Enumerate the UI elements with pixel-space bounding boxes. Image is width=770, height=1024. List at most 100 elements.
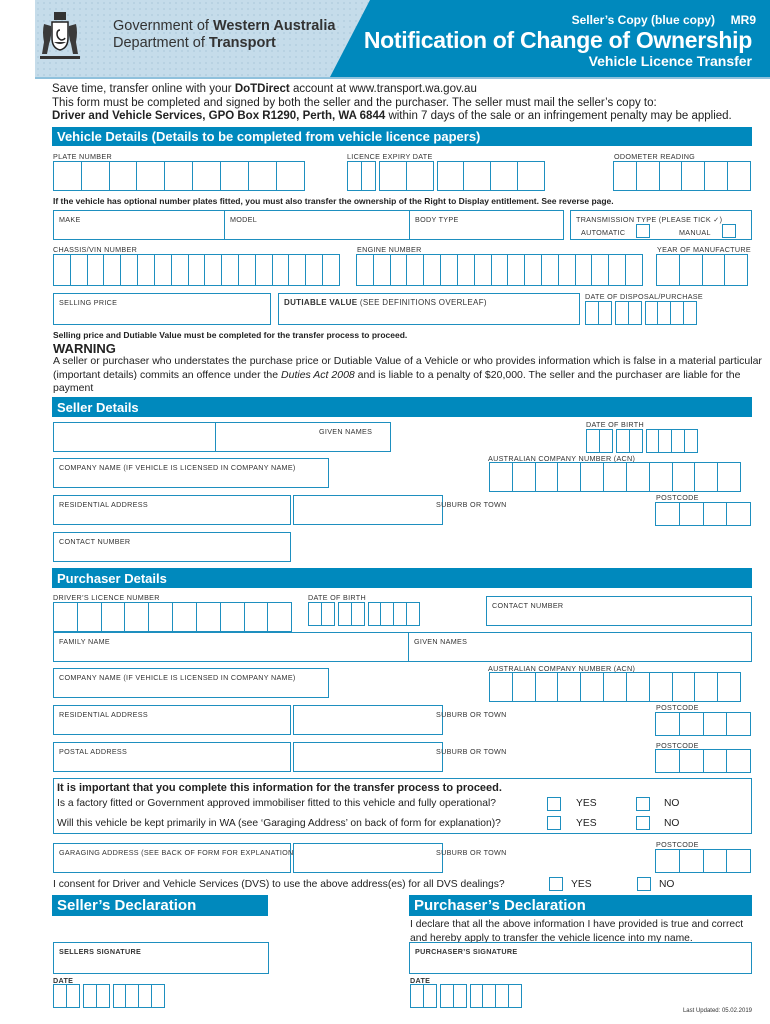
seller-contact-number-field[interactable]: CONTACT NUMBER [53, 532, 291, 562]
char-box[interactable] [204, 254, 223, 286]
char-box[interactable] [86, 254, 105, 286]
char-box[interactable] [603, 462, 628, 492]
char-box[interactable] [704, 161, 729, 191]
purchaser-given-names-field[interactable]: GIVEN NAMES [408, 632, 752, 662]
char-box[interactable] [507, 254, 526, 286]
purchaser-residential-address-field[interactable]: RESIDENTIAL ADDRESS [53, 705, 291, 735]
char-box[interactable] [540, 254, 559, 286]
char-box[interactable] [597, 301, 612, 325]
char-box[interactable] [598, 429, 613, 453]
char-box[interactable] [635, 161, 660, 191]
char-box[interactable] [436, 161, 465, 191]
seller-given-names-field[interactable]: GIVEN NAMES [215, 422, 391, 452]
char-box[interactable] [320, 602, 335, 626]
char-box[interactable] [511, 672, 536, 702]
char-box[interactable] [137, 254, 156, 286]
char-box[interactable] [724, 254, 749, 286]
char-box[interactable] [702, 849, 728, 873]
char-box[interactable] [347, 161, 362, 191]
char-box[interactable] [192, 161, 222, 191]
char-box[interactable] [254, 254, 273, 286]
seller-dob-field[interactable] [586, 429, 699, 453]
char-box[interactable] [153, 254, 172, 286]
purchaser-signature-field[interactable]: PURCHASER’S SIGNATURE [409, 942, 752, 974]
char-box[interactable] [271, 254, 290, 286]
char-box[interactable] [136, 161, 166, 191]
char-box[interactable] [108, 161, 138, 191]
char-box[interactable] [508, 984, 523, 1008]
char-box[interactable] [678, 502, 704, 526]
seller-company-name-field[interactable]: COMPANY NAME (IF VEHICLE IS LICENSED IN … [53, 458, 329, 488]
char-box[interactable] [219, 602, 245, 632]
purchaser-postal-suburb-field[interactable]: SUBURB OR TOWN [293, 742, 506, 772]
char-box[interactable] [247, 161, 277, 191]
selling-price-field[interactable]: SELLING PRICE [53, 293, 271, 325]
char-box[interactable] [648, 462, 673, 492]
char-box[interactable] [463, 161, 492, 191]
manual-checkbox[interactable] [722, 224, 736, 238]
char-box[interactable] [701, 254, 726, 286]
seller-date-field[interactable] [53, 984, 166, 1008]
char-box[interactable] [372, 254, 391, 286]
char-box[interactable] [702, 712, 728, 736]
char-box[interactable] [80, 161, 110, 191]
kept-in-wa-yes-checkbox[interactable] [547, 816, 561, 830]
char-box[interactable] [440, 254, 459, 286]
char-box[interactable] [557, 672, 582, 702]
char-box[interactable] [219, 161, 249, 191]
purchaser-company-name-field[interactable]: COMPANY NAME (IF VEHICLE IS LICENSED IN … [53, 668, 329, 698]
char-box[interactable] [456, 254, 475, 286]
char-box[interactable] [489, 462, 513, 492]
char-box[interactable] [237, 254, 256, 286]
char-box[interactable] [356, 254, 374, 286]
char-box[interactable] [648, 672, 673, 702]
char-box[interactable] [534, 672, 559, 702]
char-box[interactable] [406, 254, 425, 286]
char-box[interactable] [625, 254, 643, 286]
char-box[interactable] [452, 984, 467, 1008]
char-box[interactable] [557, 462, 582, 492]
char-box[interactable] [120, 254, 139, 286]
char-box[interactable] [524, 254, 543, 286]
char-box[interactable] [350, 602, 365, 626]
char-box[interactable] [517, 161, 546, 191]
char-box[interactable] [148, 602, 174, 632]
char-box[interactable] [625, 672, 650, 702]
seller-family-name-field[interactable] [53, 422, 217, 452]
char-box[interactable] [172, 602, 198, 632]
char-box[interactable] [305, 254, 324, 286]
year-of-manufacture-field[interactable] [656, 254, 749, 286]
automatic-checkbox[interactable] [636, 224, 650, 238]
seller-postcode-field[interactable] [655, 502, 752, 526]
char-box[interactable] [322, 254, 340, 286]
char-box[interactable] [423, 254, 442, 286]
kept-in-wa-no-checkbox[interactable] [636, 816, 650, 830]
purchaser-postal-address-field[interactable]: POSTAL ADDRESS [53, 742, 291, 772]
char-box[interactable] [727, 161, 752, 191]
char-box[interactable] [694, 462, 719, 492]
char-box[interactable] [389, 254, 408, 286]
consent-yes-checkbox[interactable] [549, 877, 563, 891]
garaging-postcode-field[interactable] [655, 849, 752, 873]
char-box[interactable] [406, 602, 421, 626]
char-box[interactable] [702, 749, 728, 773]
immobiliser-no-checkbox[interactable] [636, 797, 650, 811]
char-box[interactable] [511, 462, 536, 492]
char-box[interactable] [69, 254, 88, 286]
char-box[interactable] [717, 672, 742, 702]
char-box[interactable] [95, 984, 110, 1008]
char-box[interactable] [655, 849, 680, 873]
char-box[interactable] [124, 602, 150, 632]
plate-number-field[interactable] [53, 161, 305, 191]
char-box[interactable] [187, 254, 206, 286]
char-box[interactable] [100, 602, 126, 632]
char-box[interactable] [702, 502, 728, 526]
char-box[interactable] [422, 984, 437, 1008]
char-box[interactable] [151, 984, 166, 1008]
char-box[interactable] [490, 254, 509, 286]
char-box[interactable] [694, 672, 719, 702]
char-box[interactable] [671, 672, 696, 702]
purchaser-date-field[interactable] [410, 984, 523, 1008]
char-box[interactable] [580, 462, 605, 492]
char-box[interactable] [53, 254, 71, 286]
